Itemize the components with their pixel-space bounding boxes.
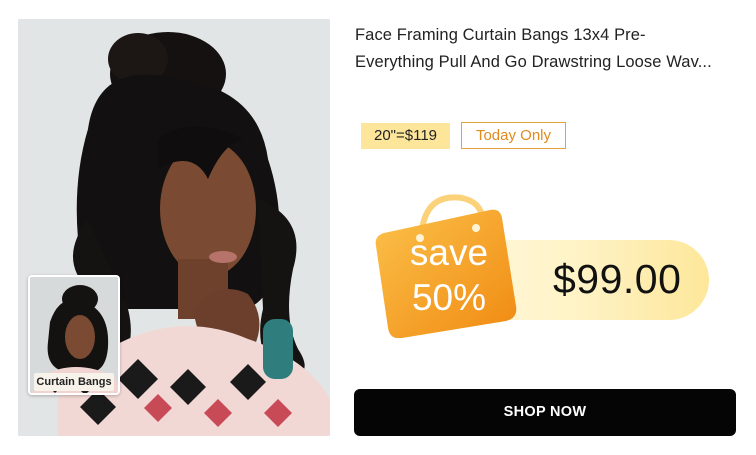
thumbnail-label: Curtain Bangs <box>34 373 114 391</box>
product-title-line2: Everything Pull And Go Drawstring Loose … <box>355 53 712 71</box>
thumbnail-curtain-bangs[interactable]: Curtain Bangs <box>28 275 120 395</box>
product-title-line1: Face Framing Curtain Bangs 13x4 Pre- <box>355 26 646 44</box>
product-title[interactable]: Face Framing Curtain Bangs 13x4 Pre- Eve… <box>355 22 745 76</box>
today-only-badge: Today Only <box>461 122 566 149</box>
product-image[interactable]: Curtain Bangs <box>18 19 330 436</box>
shop-now-button[interactable]: SHOP NOW <box>354 389 736 436</box>
sale-price: $99.00 <box>553 256 682 302</box>
discount-percent: 50% <box>411 277 487 318</box>
original-price-tag: 20"=$119 <box>361 123 451 149</box>
discount-save-label: save <box>409 232 489 273</box>
